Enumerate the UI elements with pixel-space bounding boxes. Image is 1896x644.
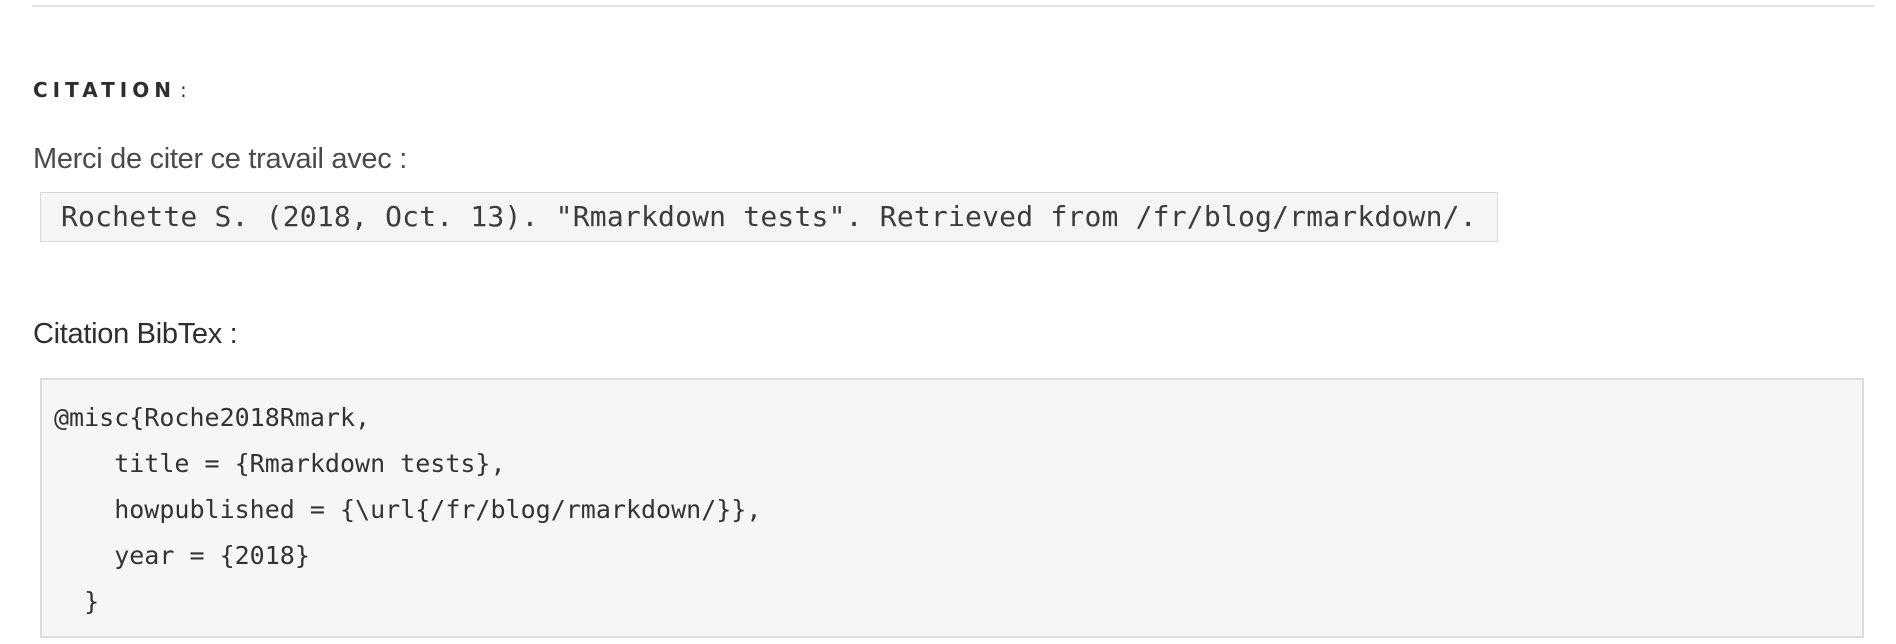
citation-text: Rochette S. (2018, Oct. 13). "Rmarkdown …: [40, 192, 1498, 242]
citation-heading-text: CITATION: [33, 78, 176, 102]
citation-heading: CITATION:: [33, 78, 187, 102]
citation-heading-colon: :: [179, 78, 187, 102]
bibtex-line: }: [54, 587, 100, 616]
section-divider: [32, 5, 1874, 7]
bibtex-line: title = {Rmarkdown tests},: [54, 449, 506, 478]
bibtex-code-block: @misc{Roche2018Rmark, title = {Rmarkdown…: [40, 378, 1864, 638]
cite-prompt: Merci de citer ce travail avec :: [33, 143, 407, 175]
bibtex-line: @misc{Roche2018Rmark,: [54, 403, 371, 432]
bibtex-line: year = {2018}: [54, 541, 310, 570]
bibtex-label: Citation BibTex :: [33, 318, 238, 350]
bibtex-line: howpublished = {\url{/fr/blog/rmarkdown/…: [54, 495, 762, 524]
